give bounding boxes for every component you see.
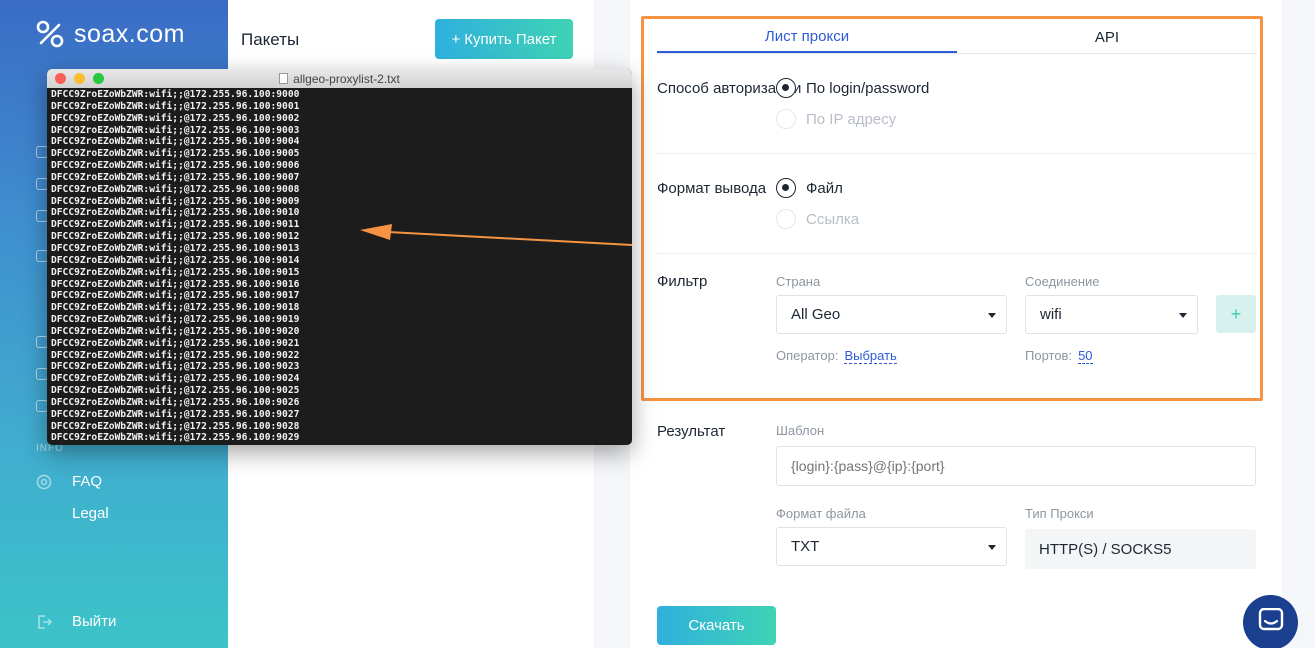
chat-icon	[1258, 607, 1284, 637]
terminal-line: DFCC9ZroEZoWbZWR:wifi;;@172.255.96.100:9…	[51, 278, 300, 290]
operator-select-link[interactable]: Выбрать	[844, 348, 897, 364]
terminal-line: DFCC9ZroEZoWbZWR:wifi;;@172.255.96.100:9…	[51, 112, 300, 124]
terminal-line: DFCC9ZroEZoWbZWR:wifi;;@172.255.96.100:9…	[51, 136, 300, 148]
radio-unchecked-icon	[776, 209, 796, 229]
terminal-line: DFCC9ZroEZoWbZWR:wifi;;@172.255.96.100:9…	[51, 183, 300, 195]
radio-ip-address[interactable]: По IP адресу	[776, 109, 896, 129]
sidebar-item-label: Legal	[72, 505, 109, 522]
terminal-line: DFCC9ZroEZoWbZWR:wifi;;@172.255.96.100:9…	[51, 302, 300, 314]
connection-value: wifi	[1040, 306, 1062, 323]
country-value: All Geo	[791, 306, 841, 323]
terminal-title: allgeo-proxylist-2.txt	[47, 72, 632, 86]
sidebar-item-faq[interactable]: FAQ	[36, 473, 102, 490]
terminal-line: DFCC9ZroEZoWbZWR:wifi;;@172.255.96.100:9…	[51, 420, 300, 432]
proxy-type-label: Тип Прокси	[1025, 506, 1094, 521]
terminal-window: allgeo-proxylist-2.txt DFCC9ZroEZoWbZWR:…	[47, 69, 632, 445]
chevron-down-icon	[988, 545, 996, 550]
terminal-line: DFCC9ZroEZoWbZWR:wifi;;@172.255.96.100:9…	[51, 396, 300, 408]
tab-api[interactable]: API	[957, 22, 1257, 53]
chevron-down-icon	[1179, 313, 1187, 318]
terminal-line: DFCC9ZroEZoWbZWR:wifi;;@172.255.96.100:9…	[51, 195, 300, 207]
divider	[657, 253, 1257, 254]
logo-text: soax.com	[74, 19, 185, 48]
terminal-line: DFCC9ZroEZoWbZWR:wifi;;@172.255.96.100:9…	[51, 89, 300, 100]
document-icon	[279, 73, 289, 84]
radio-link[interactable]: Ссылка	[776, 209, 859, 229]
sidebar-item-legal[interactable]: Legal	[72, 505, 109, 522]
connection-label: Соединение	[1025, 274, 1100, 289]
file-format-value: TXT	[791, 538, 820, 555]
help-circle-icon	[36, 474, 52, 490]
tab-bar: Лист прокси API	[657, 22, 1257, 54]
terminal-line: DFCC9ZroEZoWbZWR:wifi;;@172.255.96.100:9…	[51, 408, 300, 420]
terminal-line: DFCC9ZroEZoWbZWR:wifi;;@172.255.96.100:9…	[51, 219, 300, 231]
sidebar-item-label: Выйти	[72, 613, 117, 630]
tab-proxy-list[interactable]: Лист прокси	[657, 22, 957, 53]
radio-label: Ссылка	[806, 210, 860, 228]
file-format-select[interactable]: TXT	[776, 527, 1007, 566]
terminal-line: DFCC9ZroEZoWbZWR:wifi;;@172.255.96.100:9…	[51, 361, 300, 373]
terminal-line: DFCC9ZroEZoWbZWR:wifi;;@172.255.96.100:9…	[51, 290, 300, 302]
terminal-line: DFCC9ZroEZoWbZWR:wifi;;@172.255.96.100:9…	[51, 207, 300, 219]
sidebar-item-logout[interactable]: Выйти	[36, 613, 116, 630]
terminal-line: DFCC9ZroEZoWbZWR:wifi;;@172.255.96.100:9…	[51, 373, 300, 385]
terminal-line: DFCC9ZroEZoWbZWR:wifi;;@172.255.96.100:9…	[51, 314, 300, 326]
packages-title: Пакеты	[241, 30, 300, 49]
output-format-label: Формат вывода	[657, 180, 767, 197]
terminal-line: DFCC9ZroEZoWbZWR:wifi;;@172.255.96.100:9…	[51, 171, 300, 183]
terminal-line: DFCC9ZroEZoWbZWR:wifi;;@172.255.96.100:9…	[51, 124, 300, 136]
terminal-line: DFCC9ZroEZoWbZWR:wifi;;@172.255.96.100:9…	[51, 254, 300, 266]
terminal-line: DFCC9ZroEZoWbZWR:wifi;;@172.255.96.100:9…	[51, 349, 300, 361]
terminal-line: DFCC9ZroEZoWbZWR:wifi;;@172.255.96.100:9…	[51, 337, 300, 349]
terminal-line: DFCC9ZroEZoWbZWR:wifi;;@172.255.96.100:9…	[51, 148, 300, 160]
country-select[interactable]: All Geo	[776, 295, 1007, 334]
radio-label: По login/password	[806, 79, 930, 97]
template-label: Шаблон	[776, 423, 825, 438]
terminal-line: DFCC9ZroEZoWbZWR:wifi;;@172.255.96.100:9…	[51, 266, 300, 278]
operator-row: Оператор: Выбрать	[776, 348, 897, 364]
terminal-line: DFCC9ZroEZoWbZWR:wifi;;@172.255.96.100:9…	[51, 231, 300, 243]
plus-icon: +	[451, 30, 461, 48]
sidebar-item-label: FAQ	[72, 473, 103, 490]
terminal-line: DFCC9ZroEZoWbZWR:wifi;;@172.255.96.100:9…	[51, 100, 300, 112]
terminal-line: DFCC9ZroEZoWbZWR:wifi;;@172.255.96.100:9…	[51, 242, 300, 254]
terminal-line: DFCC9ZroEZoWbZWR:wifi;;@172.255.96.100:9…	[51, 160, 300, 172]
radio-unchecked-icon	[776, 109, 796, 129]
terminal-line: DFCC9ZroEZoWbZWR:wifi;;@172.255.96.100:9…	[51, 432, 300, 444]
chevron-down-icon	[988, 313, 996, 318]
logout-icon	[36, 614, 53, 630]
ports-count-link[interactable]: 50	[1078, 348, 1093, 364]
terminal-line: DFCC9ZroEZoWbZWR:wifi;;@172.255.96.100:9…	[51, 325, 300, 337]
add-filter-button[interactable]: +	[1216, 295, 1256, 333]
radio-label: Файл	[806, 179, 843, 197]
buy-package-button[interactable]: + Купить Пакет	[435, 19, 573, 59]
filter-label: Фильтр	[657, 273, 708, 290]
terminal-content: DFCC9ZroEZoWbZWR:wifi;;@172.255.96.100:9…	[47, 88, 632, 444]
radio-checked-icon	[776, 78, 796, 98]
country-label: Страна	[776, 274, 821, 289]
radio-login-password[interactable]: По login/password	[776, 78, 929, 98]
file-format-label: Формат файла	[776, 506, 866, 521]
terminal-filename: allgeo-proxylist-2.txt	[293, 71, 400, 86]
template-input[interactable]	[776, 446, 1256, 486]
proxy-type-value: HTTP(S) / SOCKS5	[1025, 529, 1256, 569]
logo[interactable]: soax.com	[34, 18, 185, 50]
chat-widget-button[interactable]	[1243, 595, 1298, 648]
terminal-titlebar: allgeo-proxylist-2.txt	[47, 69, 632, 88]
soax-logo-icon	[34, 18, 66, 50]
radio-checked-icon	[776, 178, 796, 198]
result-label: Результат	[657, 423, 726, 440]
buy-package-label: Купить Пакет	[464, 30, 557, 48]
operator-label: Оператор:	[776, 348, 839, 363]
ports-row: Портов: 50	[1025, 348, 1093, 364]
ports-label: Портов:	[1025, 348, 1073, 363]
divider	[657, 153, 1257, 154]
download-button[interactable]: Скачать	[657, 606, 776, 645]
radio-file[interactable]: Файл	[776, 178, 843, 198]
terminal-line: DFCC9ZroEZoWbZWR:wifi;;@172.255.96.100:9…	[51, 385, 300, 397]
radio-label: По IP адресу	[806, 110, 897, 128]
connection-select[interactable]: wifi	[1025, 295, 1198, 334]
